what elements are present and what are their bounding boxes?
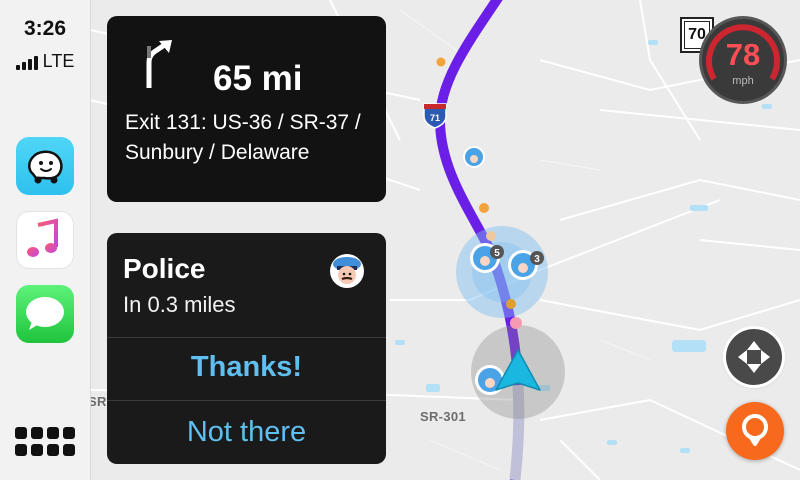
- police-marker-icon[interactable]: [475, 365, 505, 395]
- status-time: 3:26: [23, 17, 67, 40]
- current-speed: 78: [725, 37, 761, 72]
- speedometer[interactable]: 78 mph: [702, 19, 784, 101]
- police-report-count: 5: [494, 248, 500, 259]
- hazard-marker-icon[interactable]: [479, 203, 489, 213]
- pan-arrows-icon: [738, 341, 770, 373]
- hazard-marker-icon[interactable]: [506, 299, 516, 309]
- report-button[interactable]: [726, 402, 784, 460]
- police-report-count: 3: [534, 254, 540, 265]
- status-network: LTE: [0, 52, 90, 70]
- not-there-button[interactable]: Not there: [107, 416, 386, 449]
- interstate-shield-number: 71: [430, 113, 440, 123]
- alert-divider: [107, 400, 386, 401]
- speed-unit: mph: [732, 75, 754, 87]
- road-label: SR-301: [420, 409, 466, 424]
- maneuver-instruction: Exit 131: US-36 / SR-37 / Sunbury / Dela…: [125, 111, 361, 164]
- police-icon: [330, 254, 364, 288]
- waze-app-icon[interactable]: [16, 137, 74, 195]
- maneuver-distance: 65 mi: [213, 59, 303, 98]
- signal-bars-icon: [15, 56, 38, 70]
- alert-distance: In 0.3 miles: [123, 292, 236, 317]
- messages-app-icon[interactable]: [16, 285, 74, 343]
- navigation-card[interactable]: 65 mi Exit 131: US-36 / SR-37 / Sunbury …: [107, 16, 386, 202]
- alert-divider: [107, 337, 386, 338]
- report-pin-icon: [742, 414, 768, 446]
- hazard-marker-icon[interactable]: [486, 231, 496, 241]
- carplay-screen: 71 5 3 SR-301 SR- 3:26 LTE 65 mi Exit 13…: [0, 0, 800, 480]
- network-type: LTE: [42, 51, 75, 71]
- thanks-button[interactable]: Thanks!: [107, 351, 386, 384]
- hazard-marker-icon[interactable]: [436, 57, 446, 67]
- music-app-icon[interactable]: [16, 211, 74, 269]
- police-alert-card: Police In 0.3 miles Thanks! Not there: [107, 233, 386, 464]
- pan-map-button[interactable]: [726, 329, 782, 385]
- carplay-sidebar: 3:26 LTE: [0, 0, 91, 480]
- wazer-marker-icon[interactable]: [510, 317, 522, 329]
- app-grid-icon[interactable]: [14, 424, 76, 458]
- alert-title: Police: [123, 253, 206, 284]
- turn-slight-right-icon: [146, 40, 172, 88]
- police-marker-icon[interactable]: [463, 146, 485, 168]
